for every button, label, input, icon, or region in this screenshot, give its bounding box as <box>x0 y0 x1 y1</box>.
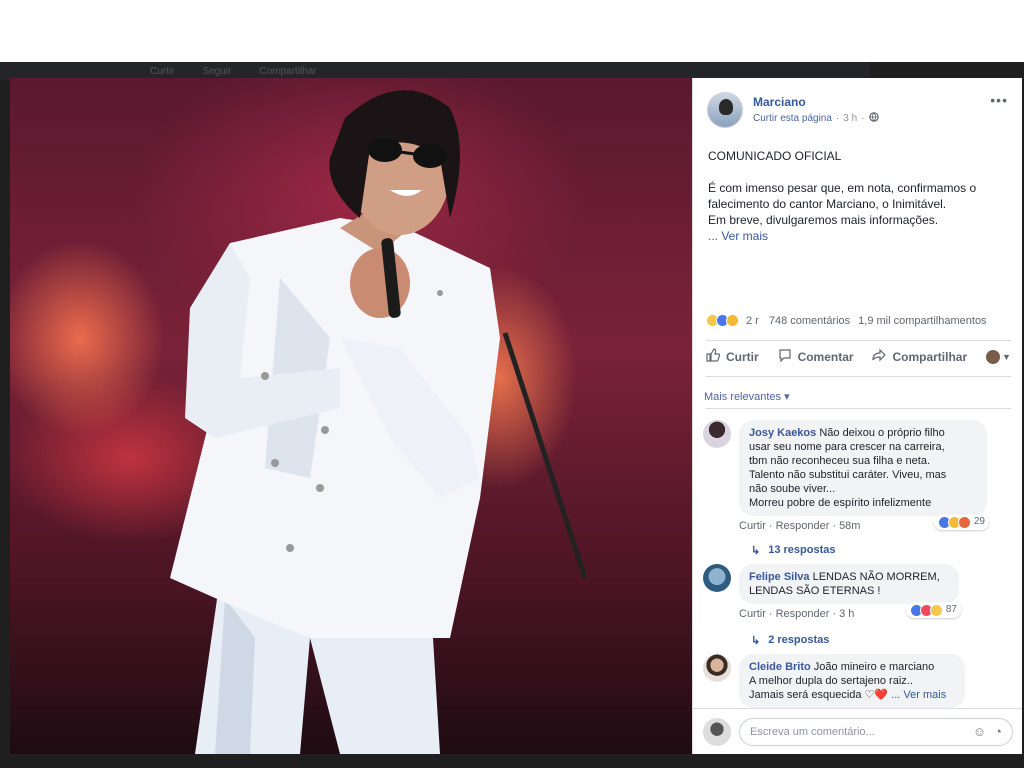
comment-reply-link[interactable]: Responder <box>776 608 830 620</box>
reactions-summary: 2 r 748 comentários 1,9 mil compartilham… <box>706 314 1011 327</box>
comment-reaction-count: 87 <box>945 604 957 615</box>
post-side-panel: Marciano Curtir esta página · 3 h · ••• … <box>692 78 1022 754</box>
commenter-avatar[interactable] <box>703 654 731 682</box>
comment-item: Cleide Brito João mineiro e marciano A m… <box>703 654 965 708</box>
page-name-link[interactable]: Marciano <box>753 95 879 109</box>
comment-text-line: LENDAS SÃO ETERNAS ! <box>749 585 881 597</box>
post-body-2: Em breve, divulgaremos mais informações. <box>708 213 939 227</box>
divider <box>706 408 1011 409</box>
comment-text-line: Não deixou o próprio filho <box>819 427 945 439</box>
comment-like-link[interactable]: Curtir <box>739 520 766 532</box>
replies-count: 13 respostas <box>768 544 836 556</box>
post-heading: COMUNICADO OFICIAL <box>708 149 842 163</box>
comment-input-placeholder: Escreva um comentário... <box>750 725 875 738</box>
like-page-link[interactable]: Curtir esta página <box>753 113 832 124</box>
comments-count[interactable]: 748 comentários <box>769 315 850 327</box>
comment-text-line: Jamais será esquecida ♡❤️ <box>749 689 889 701</box>
commenter-name[interactable]: Cleide Brito <box>749 661 811 673</box>
comment-text-line: A melhor dupla do sertajeno raiz.. <box>749 675 913 687</box>
post-header: Marciano Curtir esta página · 3 h · <box>707 92 879 128</box>
comment-bubble: Cleide Brito João mineiro e marciano A m… <box>739 654 965 708</box>
like-label: Curtir <box>726 349 759 364</box>
comment-reactions[interactable]: 87 <box>905 602 961 618</box>
comment-bubble: Josy Kaekos Não deixou o próprio filho u… <box>739 420 989 530</box>
post-time[interactable]: 3 h <box>843 113 857 124</box>
angry-reaction-icon <box>957 515 971 529</box>
comment-see-more-link[interactable]: ... Ver mais <box>891 689 946 701</box>
commenter-avatar[interactable] <box>703 420 731 448</box>
replies-count: 2 respostas <box>768 634 830 646</box>
post-actions: Curtir Comentar Compartilhar ▼ <box>706 348 1011 365</box>
comment-reactions[interactable]: 29 <box>933 514 989 530</box>
post-body-1: É com imenso pesar que, em nota, confirm… <box>708 181 977 211</box>
divider <box>706 376 1011 377</box>
post-photo[interactable] <box>10 78 693 754</box>
comment-text-line: Talento não substitui caráter. Viveu, ma… <box>749 469 947 481</box>
share-button[interactable]: Compartilhar <box>872 348 967 365</box>
user-mini-avatar <box>986 349 1001 364</box>
comment-time[interactable]: 58m <box>839 520 860 532</box>
like-button[interactable]: Curtir <box>706 348 759 365</box>
commenter-avatar[interactable] <box>703 564 731 592</box>
meta-separator: · <box>835 113 840 124</box>
current-user-avatar <box>703 717 731 746</box>
meta-separator: · <box>861 113 865 124</box>
bg-follow-label: Seguir <box>202 65 232 77</box>
reply-arrow-icon: ↳ <box>751 635 761 647</box>
bg-share-label: Compartilhar <box>259 65 317 77</box>
reply-arrow-icon: ↳ <box>751 545 761 557</box>
emoji-icon[interactable]: ☺ <box>973 724 986 739</box>
bg-like-label: Curtir <box>150 65 175 77</box>
commenter-name[interactable]: Josy Kaekos <box>749 427 816 439</box>
comment-label: Comentar <box>797 349 854 364</box>
wow-reaction-icon <box>726 314 739 327</box>
post-as-selector[interactable]: ▼ <box>986 349 1011 364</box>
comment-input[interactable]: Escreva um comentário... ☺ ◔ <box>739 717 1013 746</box>
comment-reaction-count: 29 <box>973 516 985 527</box>
singer-on-stage-illustration <box>170 90 588 754</box>
comment-like-link[interactable]: Curtir <box>739 608 766 620</box>
divider <box>706 340 1011 341</box>
globe-icon <box>868 112 879 125</box>
view-replies-link[interactable]: ↳ 13 respostas <box>751 544 835 557</box>
comment-icon <box>778 348 792 365</box>
comment-text-line: João mineiro e marciano <box>813 661 935 673</box>
view-replies-link[interactable]: ↳ 2 respostas <box>751 634 829 647</box>
thumbs-up-icon <box>706 348 721 365</box>
post-text: COMUNICADO OFICIAL É com imenso pesar qu… <box>708 148 1013 244</box>
chevron-down-icon: ▼ <box>1002 351 1011 362</box>
shares-count[interactable]: 1,9 mil compartilhamentos <box>858 315 986 327</box>
comment-text-line: LENDAS NÃO MORREM, <box>812 571 940 583</box>
post-meta: Curtir esta página · 3 h · <box>753 112 879 125</box>
comment-text-line: não soube viver... <box>749 483 836 495</box>
sad-reaction-icon <box>929 603 943 617</box>
commenter-name[interactable]: Felipe Silva <box>749 571 810 583</box>
comment-reply-link[interactable]: Responder <box>776 520 830 532</box>
more-options-icon[interactable]: ••• <box>990 92 1008 108</box>
comment-text-line: tbm não reconheceu sua filha e neta. <box>749 455 931 467</box>
comment-button[interactable]: Comentar <box>778 348 854 365</box>
comment-bubble: Felipe Silva LENDAS NÃO MORREM, LENDAS S… <box>739 564 961 618</box>
reaction-count[interactable]: 2 r <box>746 315 759 327</box>
comment-composer: Escreva um comentário... ☺ ◔ <box>693 708 1022 754</box>
see-more-link[interactable]: ... Ver mais <box>708 228 1013 244</box>
share-icon <box>872 348 887 365</box>
sticker-icon[interactable]: ◔ <box>994 724 1002 739</box>
share-label: Compartilhar <box>892 349 968 364</box>
comment-item: Josy Kaekos Não deixou o próprio filho u… <box>703 420 989 532</box>
reaction-icons[interactable] <box>706 314 739 327</box>
comment-sort-dropdown[interactable]: Mais relevantes ▾ <box>704 390 790 403</box>
page-avatar[interactable] <box>707 92 743 128</box>
comment-item: Felipe Silva LENDAS NÃO MORREM, LENDAS S… <box>703 564 961 620</box>
comment-time[interactable]: 3 h <box>839 608 854 620</box>
comment-text-line: Morreu pobre de espírito infelizmente <box>749 497 932 509</box>
comment-text-line: usar seu nome para crescer na carreira, <box>749 441 945 453</box>
